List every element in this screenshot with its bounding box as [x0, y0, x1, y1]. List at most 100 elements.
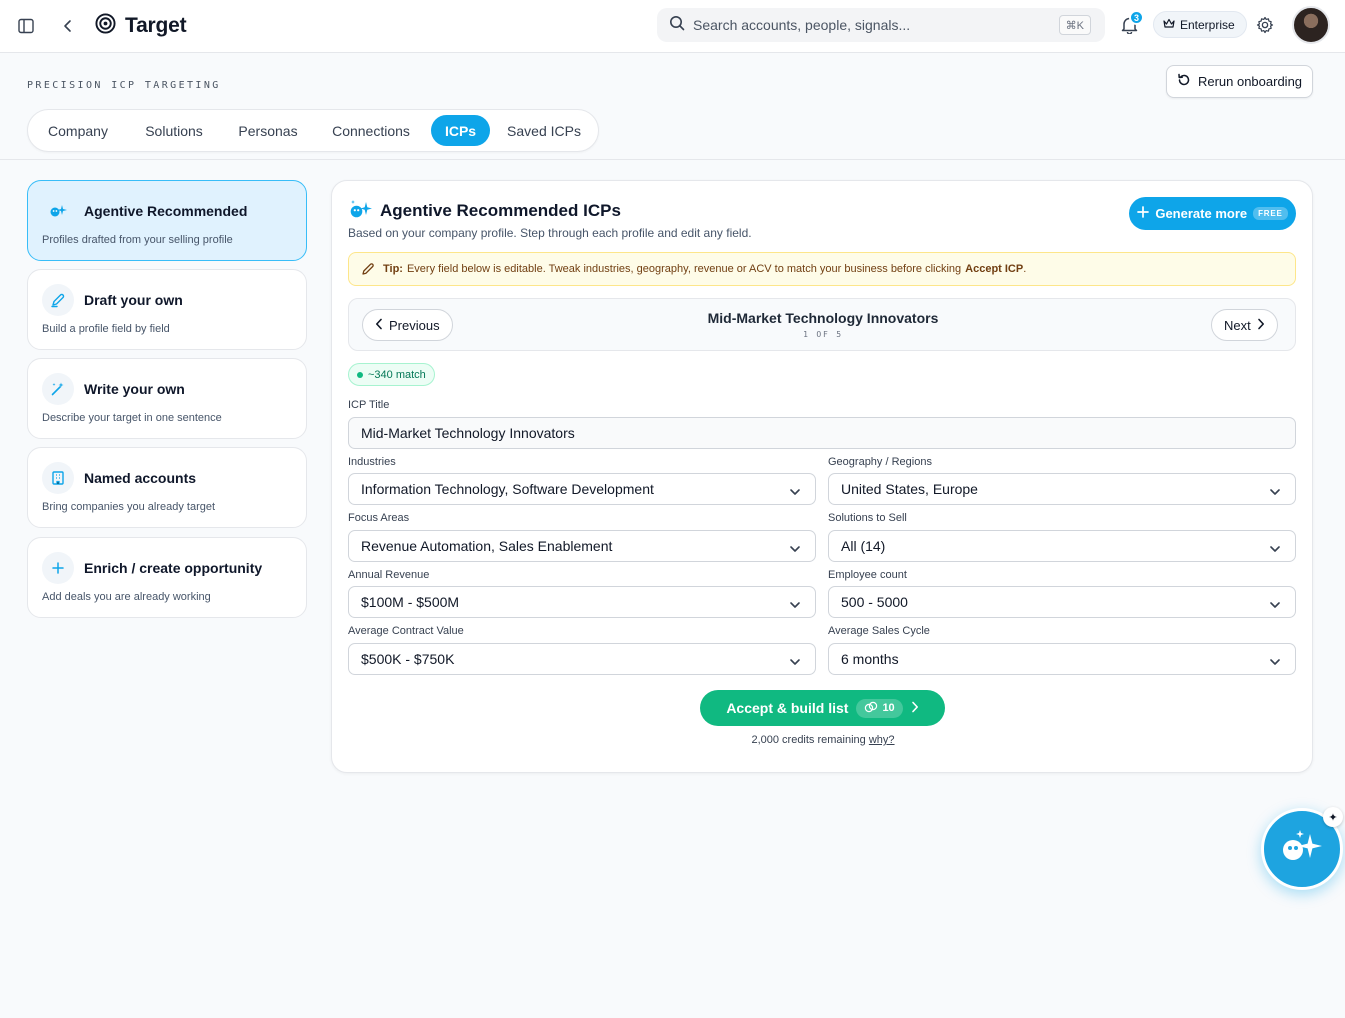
field-label: Industries: [348, 456, 396, 468]
acv-select[interactable]: $500K - $750K: [348, 643, 816, 675]
field-label: Solutions to Sell: [828, 512, 907, 524]
tab-company[interactable]: Company: [36, 115, 120, 146]
field-label: Geography / Regions: [828, 456, 932, 468]
revenue-value: $100M - $500M: [361, 594, 460, 610]
field-label: ICP Title: [348, 399, 390, 411]
profile-pager: Previous Mid-Market Technology Innovator…: [348, 298, 1296, 351]
sparkle-icon: [42, 195, 74, 227]
option-title: Enrich / create opportunity: [84, 560, 263, 576]
brand[interactable]: Target: [95, 13, 187, 39]
generate-more-label: Generate more: [1155, 206, 1248, 221]
chevron-right-icon: [911, 700, 919, 716]
chevron-right-icon: [1257, 318, 1265, 333]
search-shortcut: ⌘K: [1058, 15, 1091, 35]
tab-solutions[interactable]: Solutions: [130, 115, 218, 146]
top-bar: Target Search accounts, people, signals.…: [0, 0, 1345, 53]
brand-name: Target: [125, 14, 187, 37]
plan-badge[interactable]: Enterprise: [1153, 11, 1247, 38]
search-icon: [669, 15, 685, 36]
next-button[interactable]: Next: [1211, 309, 1278, 341]
crown-icon: [1163, 18, 1175, 32]
generate-more-button[interactable]: Generate more FREE: [1129, 197, 1296, 230]
accept-label: Accept & build list: [726, 700, 849, 716]
match-badge: ~340 match: [348, 363, 435, 386]
chevron-down-icon: [789, 597, 801, 613]
search-placeholder: Search accounts, people, signals...: [693, 17, 911, 33]
field-label: Average Sales Cycle: [828, 625, 930, 637]
refresh-icon: [1177, 73, 1191, 90]
tip-label: Tip:: [383, 263, 403, 275]
assistant-badge-icon: ✦: [1323, 807, 1343, 827]
plus-icon: [1137, 206, 1150, 221]
profile-name: Mid-Market Technology Innovators: [707, 310, 939, 326]
solutions-select[interactable]: All (14): [828, 530, 1296, 562]
chevron-down-icon: [1269, 654, 1281, 670]
divider: [0, 159, 1345, 160]
sidebar-toggle-icon[interactable]: [16, 16, 36, 36]
rerun-onboarding-button[interactable]: Rerun onboarding: [1166, 65, 1313, 98]
option-enrich-opportunity[interactable]: Enrich / create opportunity Add deals yo…: [27, 537, 307, 618]
rerun-onboarding-label: Rerun onboarding: [1197, 74, 1303, 89]
target-logo-icon: [95, 13, 116, 39]
option-agentive-recommended[interactable]: Agentive Recommended Profiles drafted fr…: [27, 180, 307, 261]
revenue-select[interactable]: $100M - $500M: [348, 586, 816, 618]
industries-value: Information Technology, Software Develop…: [361, 481, 654, 497]
focus-areas-value: Revenue Automation, Sales Enablement: [361, 538, 613, 554]
plan-label: Enterprise: [1180, 17, 1235, 32]
acv-value: $500K - $750K: [361, 651, 455, 667]
option-description: Profiles drafted from your selling profi…: [42, 234, 233, 246]
solutions-value: All (14): [841, 538, 886, 554]
tab-connections[interactable]: Connections: [320, 115, 422, 146]
geography-select[interactable]: United States, Europe: [828, 473, 1296, 505]
field-label: Average Contract Value: [348, 625, 464, 637]
coins-icon: [864, 701, 878, 716]
tab-personas[interactable]: Personas: [226, 115, 310, 146]
page-eyebrow: PRECISION ICP TARGETING: [27, 80, 221, 91]
sparkle-icon: [348, 199, 373, 226]
assistant-sparkle-icon: [1280, 828, 1324, 871]
sales-cycle-value: 6 months: [841, 651, 899, 667]
field-label: Annual Revenue: [348, 569, 430, 581]
option-description: Describe your target in one sentence: [42, 412, 222, 424]
credits-text: 2,000 credits remaining: [751, 734, 866, 746]
pen-icon: [42, 284, 74, 316]
magic-wand-icon: [42, 373, 74, 405]
option-title: Agentive Recommended: [84, 203, 248, 219]
option-title: Draft your own: [84, 292, 183, 308]
option-draft-your-own[interactable]: Draft your own Build a profile field by …: [27, 269, 307, 350]
focus-areas-select[interactable]: Revenue Automation, Sales Enablement: [348, 530, 816, 562]
tab-saved-icps[interactable]: Saved ICPs: [498, 115, 590, 146]
option-named-accounts[interactable]: Named accounts Bring companies you alrea…: [27, 447, 307, 528]
option-title: Named accounts: [84, 470, 197, 486]
sales-cycle-select[interactable]: 6 months: [828, 643, 1296, 675]
tip-end: .: [1023, 263, 1027, 275]
avatar[interactable]: [1292, 6, 1330, 44]
tip-text: Every field below is editable. Tweak ind…: [406, 263, 962, 275]
credits-why-link[interactable]: why?: [869, 734, 895, 746]
credit-cost: 10: [882, 702, 895, 714]
free-badge: FREE: [1253, 207, 1288, 220]
accept-build-list-button[interactable]: Accept & build list 10: [700, 690, 945, 726]
card-title: Agentive Recommended ICPs: [380, 201, 621, 220]
option-title: Write your own: [84, 381, 185, 397]
option-description: Bring companies you already target: [42, 501, 216, 513]
chevron-down-icon: [789, 484, 801, 500]
building-icon: [42, 462, 74, 494]
tab-icps[interactable]: ICPs: [431, 115, 490, 146]
option-description: Build a profile field by field: [42, 323, 170, 335]
field-label: Employee count: [828, 569, 907, 581]
gear-icon[interactable]: [1255, 15, 1275, 35]
employee-count-value: 500 - 5000: [841, 594, 908, 610]
back-chevron-icon[interactable]: [58, 16, 78, 36]
card-subtitle: Based on your company profile. Step thro…: [348, 226, 752, 240]
option-write-your-own[interactable]: Write your own Describe your target in o…: [27, 358, 307, 439]
icp-title-input[interactable]: Mid-Market Technology Innovators: [348, 417, 1296, 449]
tip-action: Accept ICP: [965, 263, 1024, 275]
chevron-down-icon: [789, 541, 801, 557]
chevron-down-icon: [789, 654, 801, 670]
notification-badge: 3: [1129, 10, 1144, 25]
match-count: ~340 match: [368, 368, 426, 381]
industries-select[interactable]: Information Technology, Software Develop…: [348, 473, 816, 505]
employee-count-select[interactable]: 500 - 5000: [828, 586, 1296, 618]
search-input[interactable]: Search accounts, people, signals... ⌘K: [657, 8, 1105, 42]
